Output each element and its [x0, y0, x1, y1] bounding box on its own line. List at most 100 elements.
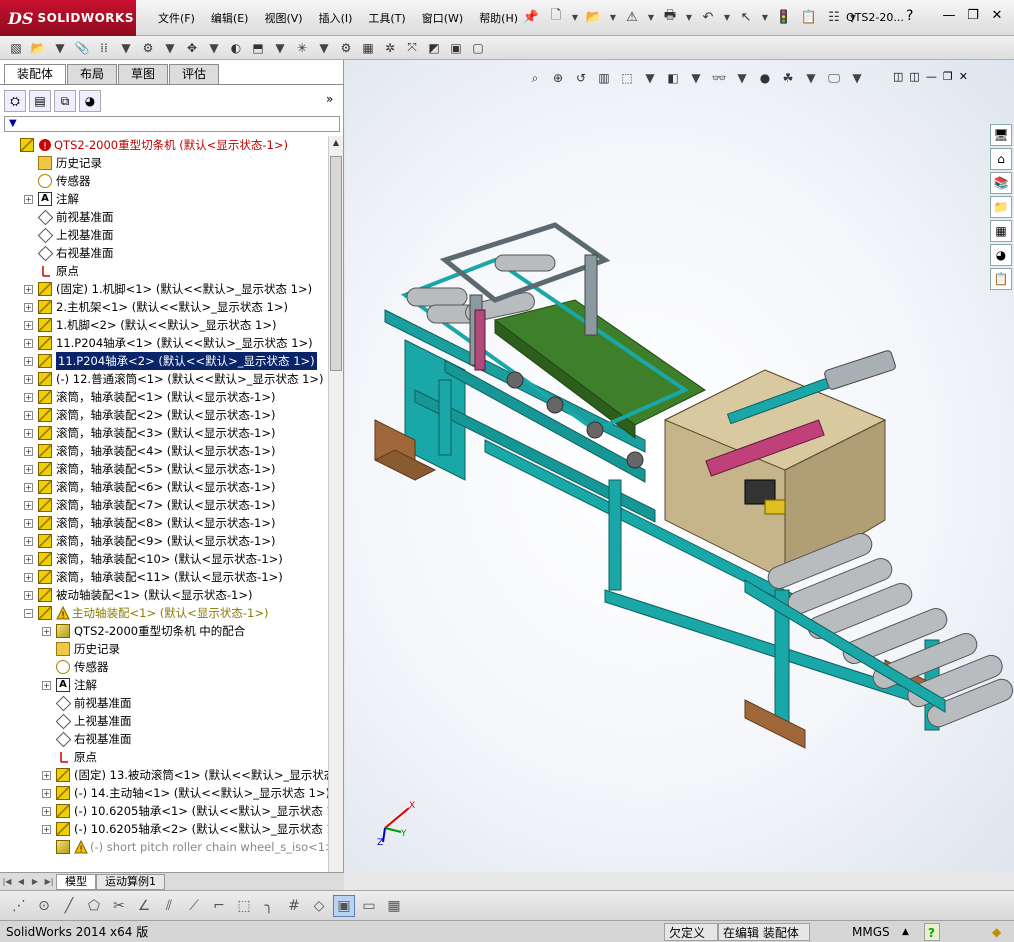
tree-item[interactable]: 上视基准面 — [0, 712, 328, 730]
expand-icon[interactable]: + — [24, 195, 33, 204]
expand-icon[interactable]: + — [24, 501, 33, 510]
traffic-light-icon[interactable]: 🚦 — [773, 6, 795, 28]
expand-icon[interactable]: + — [24, 393, 33, 402]
chevron-down-icon[interactable]: ▼ — [640, 68, 660, 88]
help-icon[interactable]: ? — [906, 8, 913, 24]
expand-icon[interactable]: + — [42, 825, 51, 834]
next-tab-icon[interactable]: ▶ — [28, 875, 42, 889]
menu-view[interactable]: 视图(V) — [256, 8, 310, 28]
chevron-down-icon[interactable]: ▼ — [722, 6, 732, 28]
rebuild-warning-icon[interactable]: ⚠ — [621, 6, 643, 28]
doc-minimize-icon[interactable]: — — [926, 70, 937, 83]
home-icon[interactable]: ⌂ — [990, 148, 1012, 170]
tree-item[interactable]: −! 主动轴装配<1> (默认<显示状态-1>) — [0, 604, 328, 622]
tree-item[interactable]: + (固定) 1.机脚<1> (默认<<默认>_显示状态 1>) — [0, 280, 328, 298]
tab-layout[interactable]: 布局 — [67, 64, 118, 84]
custom-properties-icon[interactable]: 📋 — [990, 268, 1012, 290]
tree-item[interactable]: + 滚筒，轴承装配<5> (默认<显示状态-1>) — [0, 460, 328, 478]
tree-item[interactable]: 右视基准面 — [0, 244, 328, 262]
smart-fasteners-icon[interactable]: ⚙ — [138, 38, 158, 58]
sketch-fillet-icon[interactable]: ╮ — [258, 895, 280, 917]
expand-icon[interactable]: + — [24, 537, 33, 546]
display-style-icon[interactable]: ◧ — [663, 68, 683, 88]
tree-item[interactable]: + (-) 10.6205轴承<2> (默认<<默认>_显示状态 1>) — [0, 820, 328, 838]
chevron-down-icon[interactable]: ▼ — [686, 68, 706, 88]
tree-item[interactable]: + 滚筒，轴承装配<7> (默认<显示状态-1>) — [0, 496, 328, 514]
chevron-down-icon[interactable]: ▼ — [314, 38, 334, 58]
chevron-down-icon[interactable]: ▼ — [204, 38, 224, 58]
grid-icon[interactable]: # — [283, 895, 305, 917]
chevron-down-icon[interactable]: ▼ — [50, 38, 70, 58]
tab-evaluate[interactable]: 评估 — [169, 64, 220, 84]
tree-item[interactable]: 原点 — [0, 262, 328, 280]
expand-icon[interactable]: + — [42, 681, 51, 690]
tab-model[interactable]: 模型 — [56, 873, 96, 890]
exploded-view-icon[interactable]: ✲ — [380, 38, 400, 58]
linear-pattern-icon[interactable]: ⁞⁞ — [94, 38, 114, 58]
tree-item[interactable]: + 滚筒，轴承装配<11> (默认<显示状态-1>) — [0, 568, 328, 586]
insert-components-icon[interactable]: 📂 — [28, 38, 48, 58]
more-tabs-icon[interactable]: » — [326, 92, 333, 106]
print-icon[interactable]: 🖶 — [659, 6, 681, 28]
view-settings-icon[interactable]: 🖵 — [824, 68, 844, 88]
bill-of-materials-icon[interactable]: ▦ — [358, 38, 378, 58]
expand-icon[interactable]: + — [24, 321, 33, 330]
tree-item[interactable]: + (-) 12.普通滚筒<1> (默认<<默认>_显示状态 1>) — [0, 370, 328, 388]
minimize-icon[interactable]: — — [940, 6, 958, 24]
expand-icon[interactable]: + — [24, 375, 33, 384]
chevron-down-icon[interactable]: ▼ — [801, 68, 821, 88]
tree-item[interactable]: +2.主机架<1> (默认<<默认>_显示状态 1>) — [0, 298, 328, 316]
instant3d-icon[interactable]: ▢ — [468, 38, 488, 58]
edit-component-icon[interactable]: ▧ — [6, 38, 26, 58]
expand-icon[interactable]: + — [24, 429, 33, 438]
mirror-icon[interactable]: ⫽ — [158, 895, 180, 917]
property-manager-icon[interactable]: ▤ — [29, 90, 51, 112]
undo-icon[interactable]: ↶ — [697, 6, 719, 28]
restore-icon[interactable]: ❐ — [964, 6, 982, 24]
tree-filter-input[interactable]: ▼ — [4, 116, 340, 132]
tree-item[interactable]: +11.P204轴承<2> (默认<<默认>_显示状态 1>) — [0, 352, 328, 370]
expand-icon[interactable]: + — [42, 627, 51, 636]
trim-icon[interactable]: ✂ — [108, 895, 130, 917]
select-arrow-icon[interactable]: ↖ — [735, 6, 757, 28]
file-explorer-icon[interactable]: 📁 — [990, 196, 1012, 218]
close-icon[interactable]: ✕ — [988, 6, 1006, 24]
zoom-to-fit-icon[interactable]: ⌕ — [525, 68, 545, 88]
tile-right-icon[interactable]: ◫ — [909, 70, 919, 83]
menu-insert[interactable]: 插入(I) — [311, 8, 361, 28]
collapse-icon[interactable]: − — [24, 609, 33, 618]
expand-icon[interactable]: + — [24, 339, 33, 348]
tree-item[interactable]: + 滚筒，轴承装配<8> (默认<显示状态-1>) — [0, 514, 328, 532]
tree-item[interactable]: +1.机脚<2> (默认<<默认>_显示状态 1>) — [0, 316, 328, 334]
line-icon[interactable]: ╱ — [58, 895, 80, 917]
expand-icon[interactable]: + — [24, 591, 33, 600]
chevron-down-icon[interactable]: ▼ — [270, 38, 290, 58]
status-units[interactable]: MMGS — [848, 923, 894, 941]
polygon-icon[interactable]: ⬠ — [83, 895, 105, 917]
tree-item[interactable]: + A 注解 — [0, 190, 328, 208]
chevron-down-icon[interactable]: ▼ — [570, 6, 580, 28]
options-icon[interactable]: ☷ — [823, 6, 845, 28]
apply-scene-icon[interactable]: ☘ — [778, 68, 798, 88]
chevron-down-icon[interactable]: ▼ — [116, 38, 136, 58]
expand-icon[interactable]: + — [42, 807, 51, 816]
feature-manager-icon[interactable]: ⛭ — [4, 90, 26, 112]
chevron-down-icon[interactable]: ▼ — [684, 6, 694, 28]
tree-item[interactable]: + QTS2-2000重型切条机 中的配合 — [0, 622, 328, 640]
new-motion-study-icon[interactable]: ⚙ — [336, 38, 356, 58]
status-help-icon[interactable]: ? — [924, 923, 940, 941]
tree-item[interactable]: + 滚筒，轴承装配<10> (默认<显示状态-1>) — [0, 550, 328, 568]
configuration-manager-icon[interactable]: ⧉ — [54, 90, 76, 112]
section-view-icon[interactable]: ▥ — [594, 68, 614, 88]
chevron-down-icon[interactable]: ▼ — [160, 38, 180, 58]
file-properties-icon[interactable]: 📋 — [798, 6, 820, 28]
expand-icon[interactable]: + — [24, 303, 33, 312]
view-orientation-icon[interactable]: ⬚ — [617, 68, 637, 88]
corner-rectangle-icon[interactable]: ⬚ — [233, 895, 255, 917]
assembly-features-icon[interactable]: ⬒ — [248, 38, 268, 58]
explode-line-sketch-icon[interactable]: ⤧ — [402, 38, 422, 58]
tree-item[interactable]: +11.P204轴承<1> (默认<<默认>_显示状态 1>) — [0, 334, 328, 352]
expand-icon[interactable]: + — [24, 411, 33, 420]
reference-geometry-icon[interactable]: ✳ — [292, 38, 312, 58]
tree-item[interactable]: 传感器 — [0, 172, 328, 190]
